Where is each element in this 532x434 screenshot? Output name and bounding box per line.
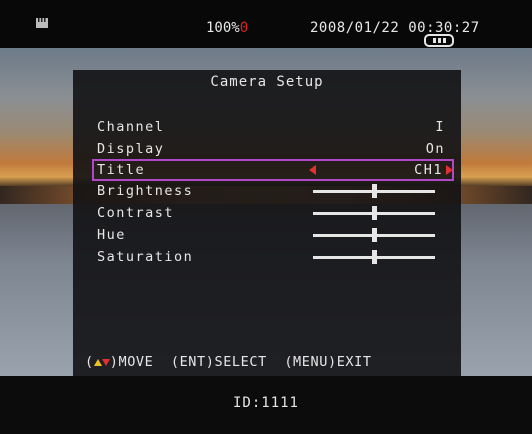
- hint-select: (ENT)SELECT: [170, 354, 267, 370]
- menu-item-contrast[interactable]: Contrast: [93, 202, 453, 224]
- menu-item-label: Hue: [97, 227, 126, 243]
- arrow-left-icon[interactable]: [309, 165, 316, 175]
- menu-item-title[interactable]: Title CH1: [92, 159, 454, 181]
- slider-knob[interactable]: [372, 206, 377, 220]
- slider-knob[interactable]: [372, 184, 377, 198]
- device-id: ID:1111: [232, 395, 299, 411]
- setup-menu: Channel I Display On Title CH1 Brightnes…: [92, 116, 454, 268]
- arrow-right-icon[interactable]: [446, 165, 453, 175]
- key-hint-bar: ( )MOVE (ENT)SELECT (MENU)EXIT: [85, 354, 372, 370]
- hint-move: )MOVE: [109, 354, 154, 370]
- sd-card-icon: [36, 18, 48, 28]
- menu-item-label: Display: [97, 141, 165, 157]
- menu-item-display[interactable]: Display On: [93, 138, 453, 160]
- saturation-slider[interactable]: [313, 250, 435, 264]
- hint-exit: (MENU)EXIT: [284, 354, 372, 370]
- datetime-display: 2008/01/22 00:30:27: [310, 20, 480, 36]
- battery-warning: 0: [239, 20, 249, 36]
- battery-value: 100%: [206, 20, 240, 36]
- brightness-slider[interactable]: [313, 184, 435, 198]
- panel-title: Camera Setup: [210, 74, 324, 90]
- slider-knob[interactable]: [372, 250, 377, 264]
- menu-item-brightness[interactable]: Brightness: [93, 180, 453, 202]
- hue-slider[interactable]: [313, 228, 435, 242]
- recording-icon: [424, 34, 454, 47]
- slider-knob[interactable]: [372, 228, 377, 242]
- battery-indicator: 100%0: [206, 20, 248, 36]
- menu-item-saturation[interactable]: Saturation: [93, 246, 453, 268]
- menu-item-channel[interactable]: Channel I: [93, 116, 453, 138]
- menu-item-value: I: [435, 119, 445, 135]
- up-arrow-icon: [93, 358, 102, 366]
- down-arrow-icon: [101, 358, 110, 366]
- menu-item-label: Saturation: [97, 249, 194, 265]
- menu-item-label: Title: [97, 162, 146, 178]
- contrast-slider[interactable]: [313, 206, 435, 220]
- menu-item-label: Channel: [97, 119, 165, 135]
- menu-item-hue[interactable]: Hue: [93, 224, 453, 246]
- menu-item-label: Brightness: [97, 183, 194, 199]
- menu-item-value: On: [425, 141, 445, 157]
- camera-setup-panel: Camera Setup Channel I Display On Title …: [73, 70, 461, 376]
- menu-item-label: Contrast: [97, 205, 175, 221]
- menu-item-value: CH1: [414, 162, 443, 178]
- hint-open-paren: (: [85, 354, 94, 370]
